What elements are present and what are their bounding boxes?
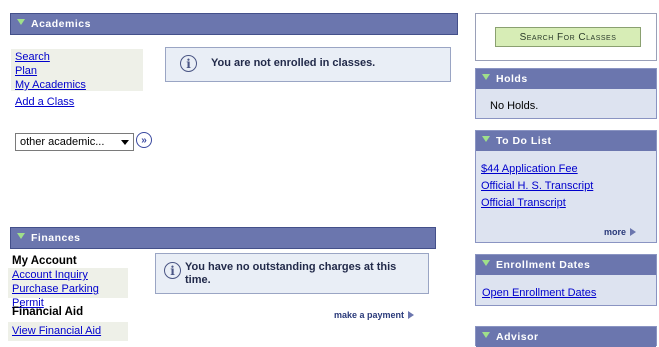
search-box: Search For Classes	[475, 13, 657, 61]
collapse-triangle-icon[interactable]	[17, 232, 25, 239]
go-button[interactable]: »	[136, 132, 152, 148]
not-enrolled-text: You are not enrolled in classes.	[211, 57, 376, 69]
other-academic-select[interactable]: other academic...	[15, 133, 134, 151]
arrow-right-icon	[630, 228, 637, 236]
todo-item-hs-transcript[interactable]: Official H. S. Transcript	[481, 180, 593, 192]
todo-panel: To Do List $44 Application Fee Official …	[475, 130, 657, 243]
collapse-triangle-icon[interactable]	[482, 73, 490, 80]
my-academics-link[interactable]: My Academics	[15, 79, 86, 91]
collapse-triangle-icon[interactable]	[17, 18, 25, 25]
arrow-right-icon	[408, 311, 415, 319]
account-links-box: Account Inquiry Purchase Parking Permit	[8, 268, 128, 309]
make-payment-link[interactable]: make a payment	[334, 310, 415, 320]
collapse-triangle-icon[interactable]	[482, 259, 490, 266]
search-for-classes-button[interactable]: Search For Classes	[495, 27, 641, 47]
finances-title: Finances	[31, 232, 81, 244]
todo-item-official-transcript[interactable]: Official Transcript	[481, 197, 566, 209]
search-link[interactable]: Search	[15, 51, 50, 63]
my-account-heading: My Account	[12, 255, 77, 267]
more-link[interactable]: more	[604, 227, 637, 237]
not-enrolled-message: i You are not enrolled in classes.	[165, 47, 451, 82]
advisor-panel: Advisor	[475, 326, 657, 347]
no-charges-message: i You have no outstanding charges at thi…	[155, 253, 429, 294]
advisor-header: Advisor	[476, 327, 656, 347]
aid-links-box: View Financial Aid	[8, 322, 128, 341]
academics-header: Academics	[10, 13, 458, 35]
no-charges-text: You have no outstanding charges at this …	[185, 261, 397, 286]
collapse-triangle-icon[interactable]	[482, 135, 490, 142]
account-inquiry-link[interactable]: Account Inquiry	[12, 269, 88, 281]
plan-link[interactable]: Plan	[15, 65, 37, 77]
collapse-triangle-icon[interactable]	[482, 331, 490, 338]
holds-panel: Holds No Holds.	[475, 68, 657, 119]
academics-links-box: Search Plan My Academics	[11, 49, 143, 91]
open-enrollment-dates-link[interactable]: Open Enrollment Dates	[482, 287, 596, 299]
dropdown-arrow-icon	[121, 139, 129, 145]
financial-aid-heading: Financial Aid	[12, 306, 84, 318]
info-icon: i	[164, 262, 181, 279]
todo-item-application-fee[interactable]: $44 Application Fee	[481, 163, 578, 175]
todo-header: To Do List	[476, 131, 656, 151]
finances-header: Finances	[10, 227, 436, 249]
holds-header: Holds	[476, 69, 656, 89]
info-icon: i	[180, 55, 197, 72]
no-holds-text: No Holds.	[490, 100, 539, 112]
add-a-class-link[interactable]: Add a Class	[15, 96, 74, 108]
view-financial-aid-link[interactable]: View Financial Aid	[12, 325, 101, 337]
enrollment-dates-panel: Enrollment Dates Open Enrollment Dates	[475, 254, 657, 306]
academics-title: Academics	[31, 18, 91, 30]
enrollment-dates-header: Enrollment Dates	[476, 255, 656, 275]
